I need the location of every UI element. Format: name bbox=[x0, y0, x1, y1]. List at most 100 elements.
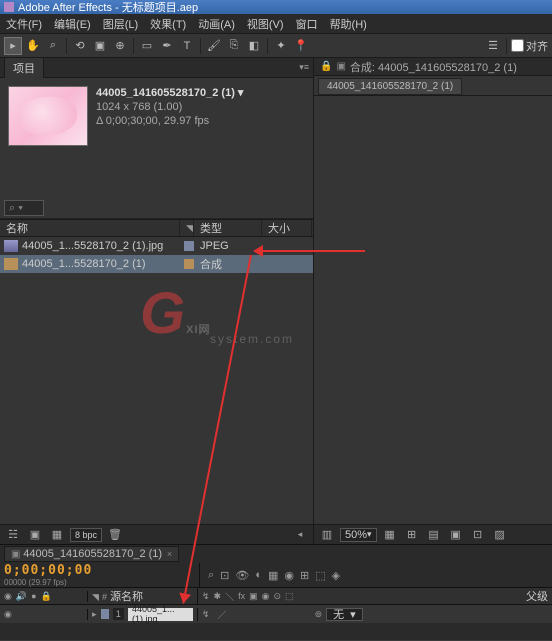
selection-tool[interactable]: ▸ bbox=[4, 37, 22, 55]
layer-name[interactable]: 44005_1... (1).jpg bbox=[128, 608, 193, 621]
project-panel: 项目 ▾≡ 44005_141605528170_2 (1) ▾ 1024 x … bbox=[0, 58, 314, 544]
twirl-icon[interactable]: ▸ bbox=[92, 609, 97, 620]
menu-edit[interactable]: 编辑(E) bbox=[48, 14, 97, 34]
lock-icon[interactable]: 🔒 bbox=[320, 61, 332, 72]
delete-icon[interactable]: 🗑 bbox=[106, 528, 124, 542]
timeline-tab[interactable]: ▣ 44005_141605528170_2 (1) × bbox=[4, 546, 179, 562]
parent-header[interactable]: 父级 bbox=[526, 588, 548, 604]
brainiac-icon[interactable]: ⊞ bbox=[300, 569, 309, 582]
grid-icon[interactable]: ⊞ bbox=[403, 528, 421, 542]
tab-project[interactable]: 项目 bbox=[4, 57, 44, 78]
search-icon[interactable]: ⌕ bbox=[208, 569, 214, 582]
preview-title: 44005_141605528170_2 (1) ▾ bbox=[96, 86, 243, 99]
graph-icon[interactable]: ⬚ bbox=[315, 569, 325, 582]
hand-tool[interactable]: ✋ bbox=[24, 37, 42, 55]
panel-menu-icon[interactable]: ▾≡ bbox=[299, 62, 309, 73]
menu-help[interactable]: 帮助(H) bbox=[324, 14, 373, 34]
pickwhip-icon[interactable]: ⊚ bbox=[315, 609, 323, 620]
puppet-tool[interactable]: 📍 bbox=[292, 37, 310, 55]
search-input[interactable]: ⌕ ▾ bbox=[4, 200, 44, 216]
pan-behind-tool[interactable]: ⊕ bbox=[111, 37, 129, 55]
lock-header-icon: 🔒 bbox=[41, 591, 52, 602]
comp-tab-active[interactable]: 44005_141605528170_2 (1) bbox=[318, 78, 462, 95]
magnify-icon[interactable]: ▥ bbox=[318, 528, 336, 542]
rectangle-tool[interactable]: ▭ bbox=[138, 37, 156, 55]
pen-tool[interactable]: ✒ bbox=[158, 37, 176, 55]
new-comp-icon[interactable]: ▦ bbox=[48, 528, 66, 542]
col-header-size[interactable]: 大小 bbox=[262, 220, 312, 236]
transparency-icon[interactable]: ▨ bbox=[491, 528, 509, 542]
region-icon[interactable]: ⊡ bbox=[469, 528, 487, 542]
timecode[interactable]: 0;00;00;00 bbox=[4, 563, 195, 578]
separator bbox=[200, 38, 201, 54]
composition-viewer[interactable] bbox=[314, 96, 552, 524]
window-title-bar: Adobe After Effects - 无标题项目.aep bbox=[0, 0, 552, 14]
item-name: 44005_1...5528170_2 (1).jpg bbox=[22, 240, 178, 252]
switch-slot[interactable]: ／ bbox=[218, 608, 227, 621]
timecode-area[interactable]: 0;00;00;00 00000 (29.97 fps) bbox=[0, 563, 200, 587]
separator bbox=[506, 38, 507, 54]
text-tool[interactable]: T bbox=[178, 37, 196, 55]
new-folder-icon[interactable]: ▣ bbox=[26, 528, 44, 542]
label-swatch[interactable] bbox=[184, 241, 194, 251]
mask-icon[interactable]: ▣ bbox=[447, 528, 465, 542]
switch-icon: ▣ bbox=[249, 591, 258, 602]
bpc-button[interactable]: 8 bpc bbox=[70, 528, 102, 542]
shy-icon[interactable]: 👁 bbox=[235, 569, 249, 582]
motion-blur-icon[interactable]: ◉ bbox=[284, 569, 294, 582]
col-header-type[interactable]: 类型 bbox=[194, 220, 262, 236]
project-item-comp[interactable]: 44005_1...5528170_2 (1) 合成 bbox=[0, 255, 313, 273]
viewer-footer: ▥ 50% ▾ ▦ ⊞ ▤ ▣ ⊡ ▨ bbox=[314, 524, 552, 544]
scroll-left-icon[interactable]: ◂ bbox=[291, 528, 309, 542]
composition-panel: 🔒 ▣ 合成: 44005_141605528170_2 (1) 44005_1… bbox=[314, 58, 552, 544]
guides-icon[interactable]: ▤ bbox=[425, 528, 443, 542]
zoom-dropdown[interactable]: 50% ▾ bbox=[340, 528, 377, 542]
menu-effect[interactable]: 效果(T) bbox=[144, 14, 192, 34]
interpret-footage-icon[interactable]: ☵ bbox=[4, 528, 22, 542]
menu-view[interactable]: 视图(V) bbox=[241, 14, 290, 34]
project-item-list[interactable]: 44005_1...5528170_2 (1).jpg JPEG 44005_1… bbox=[0, 237, 313, 524]
menu-layer[interactable]: 图层(L) bbox=[97, 14, 144, 34]
switch-fx-icon: fx bbox=[238, 591, 245, 601]
source-name-header[interactable]: ◥ # 源名称 bbox=[88, 588, 198, 604]
auto-keyframe-icon[interactable]: ◈ bbox=[332, 569, 340, 582]
toolbar: ▸ ✋ ⌕ ⟲ ▣ ⊕ ▭ ✒ T 🖌 ⎘ ◧ ✦ 📍 ☰ 对齐 bbox=[0, 34, 552, 58]
layer-label-swatch[interactable] bbox=[101, 609, 109, 619]
menu-animation[interactable]: 动画(A) bbox=[192, 14, 241, 34]
frame-blend-icon[interactable]: ▦ bbox=[268, 569, 278, 582]
comp-mini-icon[interactable]: ⊡ bbox=[220, 569, 229, 582]
parent-dropdown[interactable]: 无▾ bbox=[326, 608, 363, 621]
window-title: Adobe After Effects - 无标题项目.aep bbox=[18, 0, 198, 14]
clone-tool[interactable]: ⎘ bbox=[225, 37, 243, 55]
solo-header-icon: ● bbox=[31, 591, 36, 601]
roto-tool[interactable]: ✦ bbox=[272, 37, 290, 55]
draft3d-icon[interactable]: ◐ bbox=[255, 569, 262, 581]
search-help-icon[interactable]: ☰ bbox=[484, 37, 502, 55]
main-area: 项目 ▾≡ 44005_141605528170_2 (1) ▾ 1024 x … bbox=[0, 58, 552, 544]
menu-window[interactable]: 窗口 bbox=[290, 14, 324, 34]
menu-file[interactable]: 文件(F) bbox=[0, 14, 48, 34]
item-name: 44005_1...5528170_2 (1) bbox=[22, 258, 178, 270]
label-swatch[interactable] bbox=[184, 259, 194, 269]
project-panel-tabs: 项目 ▾≡ bbox=[0, 58, 313, 78]
close-tab-icon[interactable]: × bbox=[167, 549, 172, 559]
eraser-tool[interactable]: ◧ bbox=[245, 37, 263, 55]
project-column-headers: 名称 ◥ 类型 大小 bbox=[0, 219, 313, 237]
project-item-jpeg[interactable]: 44005_1...5528170_2 (1).jpg JPEG bbox=[0, 237, 313, 255]
switch-icon: ＼ bbox=[225, 590, 234, 603]
comp-tabs: 44005_141605528170_2 (1) bbox=[314, 76, 552, 96]
camera-tool[interactable]: ▣ bbox=[91, 37, 109, 55]
preview-thumbnail[interactable] bbox=[8, 86, 88, 146]
rotation-tool[interactable]: ⟲ bbox=[71, 37, 89, 55]
snap-checkbox[interactable] bbox=[511, 39, 524, 52]
project-preview: 44005_141605528170_2 (1) ▾ 1024 x 768 (1… bbox=[0, 78, 313, 158]
zoom-tool[interactable]: ⌕ bbox=[44, 37, 62, 55]
timeline-layer-row[interactable]: ◉ ▸ 1 44005_1... (1).jpg ↯ ／ ⊚ 无▾ bbox=[0, 605, 552, 623]
col-header-name[interactable]: 名称 bbox=[0, 220, 180, 236]
col-header-label[interactable]: ◥ bbox=[180, 220, 194, 236]
eye-toggle[interactable]: ◉ bbox=[4, 609, 12, 620]
timeline-columns: ◉ 🔊 ● 🔒 ◥ # 源名称 ↯ ✱ ＼ fx ▣ ◉ ⊙ ⬚ 父级 bbox=[0, 587, 552, 605]
brush-tool[interactable]: 🖌 bbox=[205, 37, 223, 55]
switch-slot[interactable]: ↯ bbox=[202, 609, 210, 620]
resolution-icon[interactable]: ▦ bbox=[381, 528, 399, 542]
